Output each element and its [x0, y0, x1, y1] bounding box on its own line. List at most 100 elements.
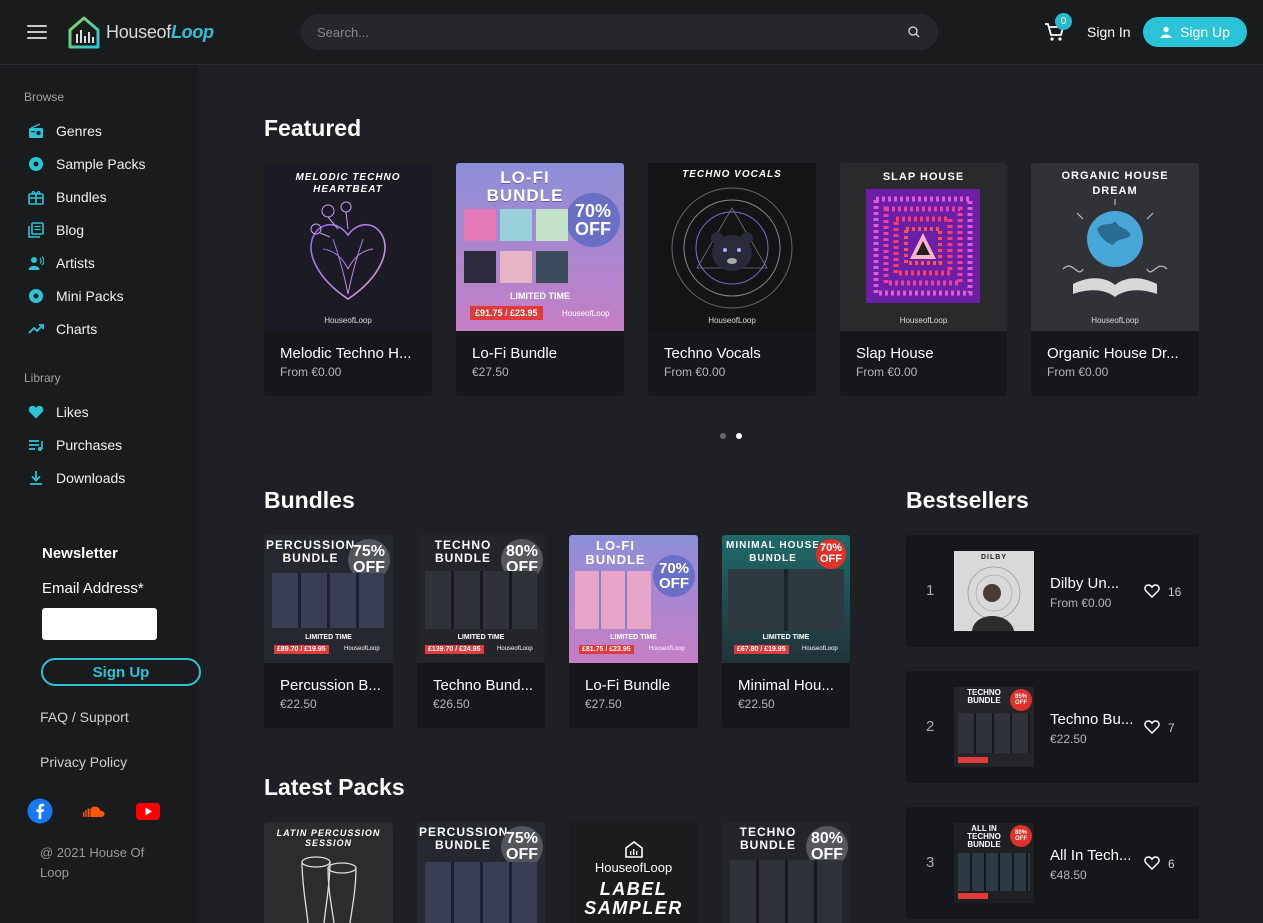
cover-logo: HouseofLoop: [708, 316, 756, 325]
featured-card-melodic-techno[interactable]: MELODIC TECHNO HEARTBEAT HouseofLoop Mel…: [264, 163, 432, 396]
limited-time-label: LIMITED TIME: [457, 634, 505, 641]
featured-card-organic-house-dream[interactable]: ORGANIC HOUSE DREAM HouseofLoop Organic …: [1031, 163, 1199, 396]
product-name: Percussion B...: [280, 677, 381, 694]
deal-price-tag: £67.80 / £19.95: [734, 645, 789, 654]
deal-price-tag: £139.70 / £24.95: [425, 645, 484, 654]
discount-off: OFF: [1015, 700, 1027, 706]
carousel-dot-2[interactable]: [736, 433, 742, 439]
dot-tunnel-illustration-icon: [866, 189, 980, 303]
bundle-card-percussion[interactable]: PERCUSSION BUNDLE 75% OFF LIMITED TIME £8…: [264, 535, 393, 728]
sign-up-label: Sign Up: [1180, 24, 1230, 40]
latest-card-percussion-bundle[interactable]: PERCUSSION BUNDLE 75% OFF: [417, 822, 545, 923]
sidebar-item-mini-packs[interactable]: Mini Packs: [28, 285, 124, 307]
like-count: 7: [1168, 721, 1175, 735]
product-name: Organic House Dr...: [1047, 345, 1179, 362]
sidebar-item-label: Mini Packs: [56, 288, 124, 304]
limited-time-label: LIMITED TIME: [510, 291, 570, 301]
faq-support-link[interactable]: FAQ / Support: [40, 709, 129, 725]
discount-percent: 75%: [352, 543, 386, 560]
sidebar-item-likes[interactable]: Likes: [28, 401, 89, 423]
artist-photo-icon: [967, 566, 1021, 631]
like-heart-icon[interactable]: [1144, 855, 1160, 871]
pack-thumb: [536, 209, 568, 241]
pack-grid: [425, 571, 537, 629]
brand-name-suffix: Loop: [170, 21, 214, 42]
bestseller-thumb: DILBY: [954, 551, 1034, 631]
heart-icon: [28, 405, 44, 419]
bestseller-row-3[interactable]: 3 ALL IN TECHNO BUNDLE 80% OFF All In Tec…: [906, 807, 1199, 919]
sidebar-item-label: Downloads: [56, 470, 126, 486]
newsletter-sign-up-button[interactable]: Sign Up: [41, 658, 201, 686]
discount-percent: 80%: [810, 830, 844, 847]
bundle-card-minimal-house[interactable]: MINIMAL HOUSE BUNDLE 70% OFF LIMITED TIME…: [722, 535, 850, 728]
featured-card-lo-fi-bundle[interactable]: LO-FI BUNDLE 70% OFF LIMITED TIME £91.75 …: [456, 163, 624, 396]
sidebar-item-bundles[interactable]: Bundles: [28, 186, 107, 208]
library-heading: Library: [24, 371, 61, 385]
cover-art: LATIN PERCUSSION SESSION: [264, 822, 393, 923]
search-input[interactable]: [317, 14, 897, 50]
deal-price-tag: £89.70 / £19.95: [274, 645, 329, 654]
deal-price-tag: [958, 757, 988, 763]
pack-thumb: [500, 251, 532, 283]
discount-percent: 75%: [505, 830, 539, 847]
product-name: Techno Bund...: [433, 677, 534, 694]
featured-card-techno-vocals[interactable]: TECHNO VOCALS HouseofLoop Techno Vocals …: [648, 163, 816, 396]
bundle-card-techno[interactable]: TECHNO BUNDLE 80% OFF LIMITED TIME £139.7…: [417, 535, 545, 728]
limited-time-label: LIMITED TIME: [305, 634, 352, 641]
cover-art: TECHNO BUNDLE 80% OFF LIMITED TIME £139.7…: [417, 535, 545, 663]
discount-percent: 70%: [574, 201, 612, 221]
product-price: €27.50: [472, 365, 509, 379]
cover-logo: HouseofLoop: [324, 316, 372, 325]
cover-art: TECHNO BUNDLE 80% OFF: [722, 822, 850, 923]
featured-card-slap-house[interactable]: SLAP HOUSE HouseofLoop Slap House From €…: [840, 163, 1007, 396]
bear-circle-illustration-icon: [671, 187, 793, 309]
sidebar-item-purchases[interactable]: Purchases: [28, 434, 122, 456]
sign-up-button[interactable]: Sign Up: [1143, 17, 1247, 47]
product-price: From €0.00: [1047, 365, 1109, 379]
deal-price-tag: £91.75 / £23.95: [470, 306, 543, 320]
sidebar-item-label: Bundles: [56, 189, 107, 205]
discount-badge: 70% OFF: [653, 555, 695, 597]
latest-card-techno-bundle[interactable]: TECHNO BUNDLE 80% OFF: [722, 822, 850, 923]
sign-in-link[interactable]: Sign In: [1087, 24, 1131, 40]
menu-icon[interactable]: [27, 25, 47, 39]
cover-logo: HouseofLoop: [899, 316, 948, 325]
thumb-title: ALL IN TECHNO BUNDLE: [967, 824, 1001, 849]
sidebar-item-sample-packs[interactable]: Sample Packs: [28, 153, 145, 175]
sidebar-item-artists[interactable]: Artists: [28, 252, 95, 274]
like-heart-icon[interactable]: [1144, 583, 1160, 599]
search-bar: [301, 14, 938, 50]
facebook-icon[interactable]: [27, 798, 53, 824]
sidebar-item-downloads[interactable]: Downloads: [28, 467, 125, 489]
sidebar-item-label: Likes: [56, 404, 89, 420]
top-bar: HouseofLoop 0 Sign In Sign Up: [0, 0, 1263, 65]
discount-off: OFF: [659, 575, 689, 592]
bestseller-row-2[interactable]: 2 TECHNO BUNDLE 85% OFF Techno Bu... €22.…: [906, 671, 1199, 783]
bundle-card-lo-fi[interactable]: LO-FI BUNDLE 70% OFF LIMITED TIME £81.75 …: [569, 535, 698, 728]
bestseller-name: Techno Bu...: [1050, 711, 1134, 728]
bestseller-rank: 3: [926, 854, 935, 871]
limited-time-label: LIMITED TIME: [610, 634, 657, 641]
bestseller-row-1[interactable]: 1 DILBY Dilby Un... From €0.00 16: [906, 535, 1199, 647]
brand-logo[interactable]: HouseofLoop: [66, 14, 214, 50]
latest-card-label-sampler[interactable]: HouseofLoop LABEL SAMPLER: [569, 822, 698, 923]
search-icon[interactable]: [908, 26, 920, 38]
latest-card-latin-percussion[interactable]: LATIN PERCUSSION SESSION: [264, 822, 393, 923]
carousel-dot-1[interactable]: [720, 433, 726, 439]
pack-grid: [272, 573, 384, 628]
sidebar-item-genres[interactable]: Genres: [28, 120, 102, 142]
cart-count-badge: 0: [1055, 13, 1072, 30]
like-heart-icon[interactable]: [1144, 719, 1160, 735]
sidebar: Browse Genres Sample Packs Bundles Blog …: [0, 65, 201, 923]
discount-off: OFF: [575, 219, 611, 239]
cover-art: MINIMAL HOUSE BUNDLE 70% OFF LIMITED TIME…: [722, 535, 850, 663]
newsletter-email-field[interactable]: [42, 608, 157, 640]
sidebar-item-blog[interactable]: Blog: [28, 219, 84, 241]
bestseller-price: €48.50: [1050, 868, 1087, 882]
cover-title: MELODIC TECHNO HEARTBEAT: [295, 172, 401, 195]
privacy-policy-link[interactable]: Privacy Policy: [40, 754, 127, 770]
sidebar-item-charts[interactable]: Charts: [28, 318, 97, 340]
trending-icon: [28, 324, 44, 334]
youtube-icon[interactable]: [135, 798, 161, 824]
soundcloud-icon[interactable]: [81, 798, 107, 824]
